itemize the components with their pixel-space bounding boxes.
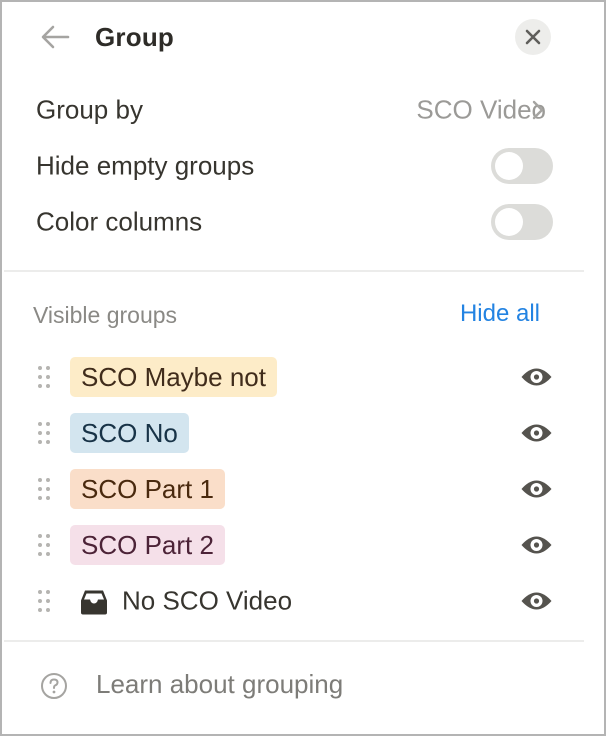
color-columns-toggle[interactable] — [491, 204, 553, 240]
hide-empty-groups-toggle[interactable] — [491, 148, 553, 184]
group-row: SCO Part 2 — [2, 519, 604, 571]
toggle-knob — [495, 208, 523, 236]
drag-handle-icon[interactable] — [38, 420, 52, 446]
eye-icon[interactable] — [520, 366, 553, 388]
group-by-label: Group by — [36, 94, 143, 125]
divider — [4, 640, 584, 642]
help-circle-icon — [41, 673, 67, 699]
no-value-group: No SCO Video — [80, 586, 292, 617]
inbox-icon — [81, 590, 107, 614]
hide-empty-groups-label: Hide empty groups — [36, 150, 255, 181]
hide-all-button[interactable]: Hide all — [460, 300, 540, 328]
eye-icon[interactable] — [520, 478, 553, 500]
color-columns-label: Color columns — [36, 206, 203, 237]
divider — [4, 270, 584, 272]
chevron-right-icon — [532, 100, 544, 120]
drag-handle-icon[interactable] — [38, 476, 52, 502]
group-settings-panel: Group Group by SCO Video Hide empty grou… — [0, 0, 606, 736]
drag-handle-icon[interactable] — [38, 364, 52, 390]
page-title: Group — [95, 22, 174, 52]
group-row: SCO Maybe not — [2, 351, 604, 403]
color-columns-row: Color columns — [2, 196, 604, 248]
drag-handle-icon[interactable] — [38, 588, 52, 614]
drag-handle-icon[interactable] — [38, 532, 52, 558]
eye-icon[interactable] — [520, 534, 553, 556]
group-row: SCO Part 1 — [2, 463, 604, 515]
arrow-left-icon — [41, 25, 70, 49]
toggle-knob — [495, 152, 523, 180]
eye-icon[interactable] — [520, 422, 553, 444]
group-tag: SCO No — [70, 413, 189, 453]
group-row: SCO No — [2, 407, 604, 459]
close-button[interactable] — [515, 19, 551, 55]
back-button[interactable] — [38, 22, 72, 52]
learn-about-grouping-label: Learn about grouping — [96, 669, 344, 699]
learn-about-grouping-link[interactable]: Learn about grouping — [2, 658, 604, 714]
close-icon — [525, 29, 541, 45]
group-tag: SCO Part 1 — [70, 469, 225, 509]
group-tag: SCO Part 2 — [70, 525, 225, 565]
group-by-value[interactable]: SCO Video — [416, 95, 546, 126]
hide-empty-groups-row: Hide empty groups — [2, 140, 604, 192]
group-tag: SCO Maybe not — [70, 357, 277, 397]
panel-header: Group — [2, 2, 604, 74]
group-by-row[interactable]: Group by SCO Video — [2, 84, 604, 136]
group-label: No SCO Video — [122, 585, 293, 616]
group-row: No SCO Video — [2, 575, 604, 627]
visible-groups-header: Visible groups Hide all — [2, 294, 604, 338]
visible-groups-label: Visible groups — [33, 302, 178, 328]
eye-icon[interactable] — [520, 590, 553, 612]
